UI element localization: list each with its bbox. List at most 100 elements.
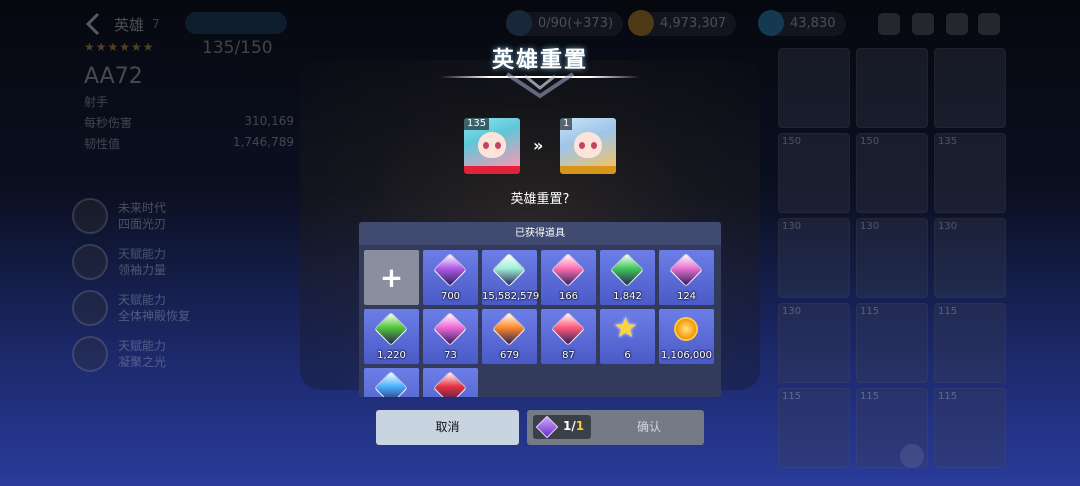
item-quantity: 73 <box>444 350 457 361</box>
title-ornament-icon <box>505 72 575 99</box>
crystal-icon <box>492 253 526 287</box>
skill-row[interactable]: 天赋能力 全体神殿恢复 <box>72 288 292 328</box>
hero-face <box>574 132 602 158</box>
items-grid[interactable]: + 700 15,582,579 166 1,842 124 1,220 73 679 87 ★ 6… <box>364 250 720 397</box>
hero-card[interactable]: 135 <box>934 133 1006 213</box>
skill-icon <box>72 198 108 234</box>
flower-gem-icon <box>492 312 526 346</box>
hero-card[interactable]: 150 <box>778 133 850 213</box>
reset-cost-text: 1/1 <box>563 419 585 433</box>
star-icon: ★ <box>613 311 639 344</box>
item-quantity: 1,842 <box>613 291 642 302</box>
confirm-question: 英雄重置? <box>510 192 570 207</box>
gold-coin-icon <box>628 10 654 36</box>
stamina-resource: 0/90(+373) <box>506 10 624 36</box>
stat-row: 每秒伤害 310,169 <box>84 114 294 130</box>
confirm-button[interactable]: 1/1 确认 <box>527 410 704 445</box>
hero-card[interactable] <box>856 48 928 128</box>
hero-role: 射手 <box>84 95 109 109</box>
gold-resource: 4,973,307 <box>628 10 737 36</box>
page-title-count: 7 <box>152 17 160 31</box>
hero-face <box>478 132 506 158</box>
diamond-resource: 43,830 <box>758 10 846 36</box>
item-slot[interactable]: 1,106,000 <box>659 309 714 364</box>
item-quantity: 1,106,000 <box>661 350 712 361</box>
stamina-icon <box>506 10 532 36</box>
chat-icon[interactable] <box>912 13 934 35</box>
rainbow-crest-icon <box>374 312 408 346</box>
item-slot[interactable] <box>364 368 419 397</box>
item-slot[interactable]: 1,842 <box>600 250 655 305</box>
skill-row[interactable]: 天赋能力 凝聚之光 <box>72 334 292 374</box>
help-icon[interactable] <box>900 444 924 468</box>
item-quantity: 679 <box>499 350 520 361</box>
hero-level: 135/150 <box>202 38 273 58</box>
items-panel-header: 已获得道具 <box>359 222 721 245</box>
add-item-button[interactable]: + <box>364 250 419 305</box>
fire-gem-icon <box>551 312 585 346</box>
skill-icon <box>72 336 108 372</box>
hero-before-portrait: 135 ★★★★★★ <box>464 118 520 174</box>
green-red-gem-icon <box>610 253 644 287</box>
skill-row[interactable]: 天赋能力 领袖力量 <box>72 242 292 282</box>
obtained-items-panel: 已获得道具 + 700 15,582,579 166 1,842 124 1,220 73 6… <box>359 222 721 397</box>
hero-card[interactable]: 115 <box>934 388 1006 468</box>
mail-icon[interactable] <box>946 13 968 35</box>
settings-gear-icon[interactable] <box>978 13 1000 35</box>
pink-gem-icon <box>669 253 703 287</box>
hero-card[interactable] <box>934 48 1006 128</box>
rainbow-gem-icon <box>551 253 585 287</box>
top-bar: 英雄 7 0/90(+373) 4,973,307 43,830 <box>0 10 1080 38</box>
hero-card[interactable]: 115 <box>856 303 928 383</box>
back-arrow-icon[interactable] <box>84 12 104 36</box>
hero-roster-grid: 150 150 135 130 130 130 130 115 115 115 … <box>778 48 1006 468</box>
skill-icon <box>72 244 108 280</box>
hero-card[interactable]: 130 <box>778 303 850 383</box>
stat-row: 韧性值 1,746,789 <box>84 135 294 151</box>
hero-card[interactable]: 130 <box>778 218 850 298</box>
gold-coin-icon <box>674 317 698 341</box>
hero-card[interactable] <box>778 48 850 128</box>
hero-name: AA72 <box>84 64 143 89</box>
item-slot[interactable]: 700 <box>423 250 478 305</box>
reset-gem-icon <box>535 415 559 439</box>
reset-cost-box: 1/1 <box>533 415 591 439</box>
skill-icon <box>72 290 108 326</box>
item-slot[interactable] <box>423 368 478 397</box>
hero-before-stars: ★★★★★★ <box>473 166 511 174</box>
item-slot[interactable]: 679 <box>482 309 537 364</box>
item-slot[interactable]: 1,220 <box>364 309 419 364</box>
red-gem-icon <box>433 371 467 397</box>
item-slot[interactable]: 124 <box>659 250 714 305</box>
cancel-button[interactable]: 取消 <box>376 410 519 445</box>
item-slot[interactable]: ★ 6 <box>600 309 655 364</box>
skill-row[interactable]: 未来时代 四面光刃 <box>72 196 292 236</box>
hero-card[interactable]: 130 <box>934 218 1006 298</box>
item-slot[interactable]: 87 <box>541 309 596 364</box>
hero-card[interactable]: 115 <box>778 388 850 468</box>
search-box[interactable] <box>185 12 287 34</box>
item-slot[interactable]: 15,582,579 <box>482 250 540 305</box>
item-quantity: 15,582,579 <box>482 291 540 302</box>
diamond-icon <box>758 10 784 36</box>
hero-info-panel: ★★★★★★ 135/150 AA72 射手 每秒伤害 310,169 韧性值 … <box>84 38 294 152</box>
item-quantity: 6 <box>624 350 631 361</box>
plus-icon: + <box>379 261 404 294</box>
hero-card[interactable]: 115 <box>934 303 1006 383</box>
hero-after-stars: ★★★★ <box>575 166 601 174</box>
item-quantity: 1,220 <box>377 350 406 361</box>
confirm-label: 确认 <box>637 420 662 434</box>
page-title: 英雄 <box>114 16 145 34</box>
item-slot[interactable]: 73 <box>423 309 478 364</box>
prism-gem-icon <box>433 312 467 346</box>
item-slot[interactable]: 166 <box>541 250 596 305</box>
hero-card[interactable]: 150 <box>856 133 928 213</box>
hero-card[interactable]: 130 <box>856 218 928 298</box>
item-quantity: 166 <box>558 291 579 302</box>
item-quantity: 124 <box>676 291 697 302</box>
guild-icon[interactable] <box>878 13 900 35</box>
item-quantity: 87 <box>562 350 575 361</box>
purple-gem-icon <box>433 253 467 287</box>
hero-before-level: 135 <box>464 118 490 130</box>
hero-after-level: 1 <box>560 118 573 130</box>
